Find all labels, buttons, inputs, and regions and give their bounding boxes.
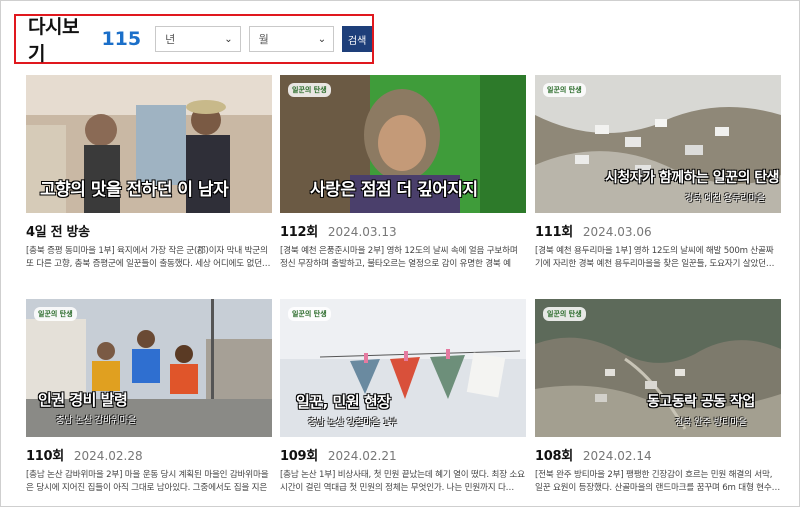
show-logo: 일꾼의 탄생 xyxy=(288,83,331,97)
show-logo: 일꾼의 탄생 xyxy=(34,307,77,321)
show-logo: 일꾼의 탄생 xyxy=(543,83,586,97)
thumbnail-caption: 동고동락 공동 작업 xyxy=(647,394,755,410)
page-title: 다시보기 xyxy=(28,16,79,65)
episode-thumbnail[interactable]: 일꾼의 탄생 인권 경비 발령 충남 논산 감바위마을 xyxy=(26,299,272,437)
episode-description: [경북 예천 용두리마을 1부] 영하 12도의 날씨에 해발 500m 산골짜… xyxy=(535,246,775,269)
episode-number: 112회 xyxy=(280,225,318,240)
thumbnail-subcaption: 충남 논산 양촌마을 1부 xyxy=(308,418,397,428)
thumbnail-subcaption: 경북 예천 용두리마을 xyxy=(685,194,766,204)
thumbnail-caption: 일꾼, 민원 현장 xyxy=(296,393,391,411)
episode-card[interactable]: 고향의 맛을 전하던 이 남자 4일 전 방송 [충북 증평 동미마을 1부] … xyxy=(26,75,272,271)
episode-date: 2024.02.21 xyxy=(327,449,397,463)
episode-card[interactable]: 일꾼의 탄생 사랑은 점점 더 깊어지지 112회 2024.03.13 [경북… xyxy=(280,75,526,271)
episode-thumbnail[interactable]: 일꾼의 탄생 일꾼, 민원 현장 충남 논산 양촌마을 1부 xyxy=(280,299,526,437)
month-select[interactable]: 월 ⌄ xyxy=(248,26,335,52)
episode-date: 2024.02.28 xyxy=(73,449,143,463)
episode-description: [경북 예천 은풍준시마을 2부] 영하 12도의 날씨 속에 얼음 구보하며 … xyxy=(280,246,518,269)
chevron-down-icon: ⌄ xyxy=(224,33,233,45)
show-logo: 일꾼의 탄생 xyxy=(543,307,586,321)
chevron-down-icon: ⌄ xyxy=(317,33,327,45)
episode-card[interactable]: 일꾼의 탄생 인권 경비 발령 충남 논산 감바위마을 110회 2024.02… xyxy=(26,299,272,495)
thumbnail-caption: 고향의 맛을 전하던 이 남자 xyxy=(40,180,229,200)
episode-number: 109회 xyxy=(280,449,318,464)
episode-card[interactable]: 일꾼의 탄생 시청자가 함께하는 일꾼의 탄생 경북 예천 용두리마을 111회… xyxy=(535,75,781,271)
episode-number: 108회 xyxy=(535,449,573,464)
thumbnail-caption: 인권 경비 발령 xyxy=(38,391,128,409)
year-select-value: 년 xyxy=(165,33,176,46)
thumbnail-caption: 시청자가 함께하는 일꾼의 탄생 xyxy=(605,170,780,186)
episode-card[interactable]: 일꾼의 탄생 동고동락 공동 작업 전북 완주 방티마을 108회 2024.0… xyxy=(535,299,781,495)
episode-thumbnail[interactable]: 고향의 맛을 전하던 이 남자 xyxy=(26,75,272,213)
replay-header: 다시보기 115 년 ⌄ 월 ⌄ 검색 xyxy=(14,14,374,65)
episode-description: [충남 논산 1부] 비상사태, 첫 민원 끝났는데 혜기 열이 떴다. 최장 … xyxy=(280,470,525,493)
episode-thumbnail[interactable]: 일꾼의 탄생 사랑은 점점 더 깊어지지 xyxy=(280,75,526,213)
search-button[interactable]: 검색 xyxy=(342,26,372,52)
episode-description: [전북 완주 방티마을 2부] 팽팽한 긴장감이 흐르는 민원 해결의 서막, … xyxy=(535,470,780,493)
month-select-value: 월 xyxy=(258,33,269,46)
episode-number: 111회 xyxy=(535,225,573,240)
episode-date: 2024.03.13 xyxy=(327,225,397,239)
episode-number: 4일 전 방송 xyxy=(26,225,90,240)
episode-card[interactable]: 일꾼의 탄생 일꾼, 민원 현장 충남 논산 양촌마을 1부 109회 2024… xyxy=(280,299,526,495)
thumbnail-caption: 사랑은 점점 더 깊어지지 xyxy=(310,180,478,200)
thumbnail-subcaption: 전북 완주 방티마을 xyxy=(675,418,747,428)
episode-date: 2024.02.14 xyxy=(582,449,652,463)
episode-thumbnail[interactable]: 일꾼의 탄생 동고동락 공동 작업 전북 완주 방티마을 xyxy=(535,299,781,437)
show-logo: 일꾼의 탄생 xyxy=(288,307,331,321)
episode-description: [충남 논산 감바위마을 2부] 마을 운동 당시 계획된 마을인 감바위마을은… xyxy=(26,470,269,493)
year-select[interactable]: 년 ⌄ xyxy=(155,26,241,52)
episode-description: [충북 증평 동미마을 1부] 육지에서 가장 작은 군(郡)이자 막내 박군의… xyxy=(26,246,271,269)
episode-count: 115 xyxy=(101,28,142,50)
thumbnail-subcaption: 충남 논산 감바위마을 xyxy=(56,416,137,426)
episode-date: 2024.03.06 xyxy=(582,225,652,239)
episode-thumbnail[interactable]: 일꾼의 탄생 시청자가 함께하는 일꾼의 탄생 경북 예천 용두리마을 xyxy=(535,75,781,213)
episode-number: 110회 xyxy=(26,449,64,464)
